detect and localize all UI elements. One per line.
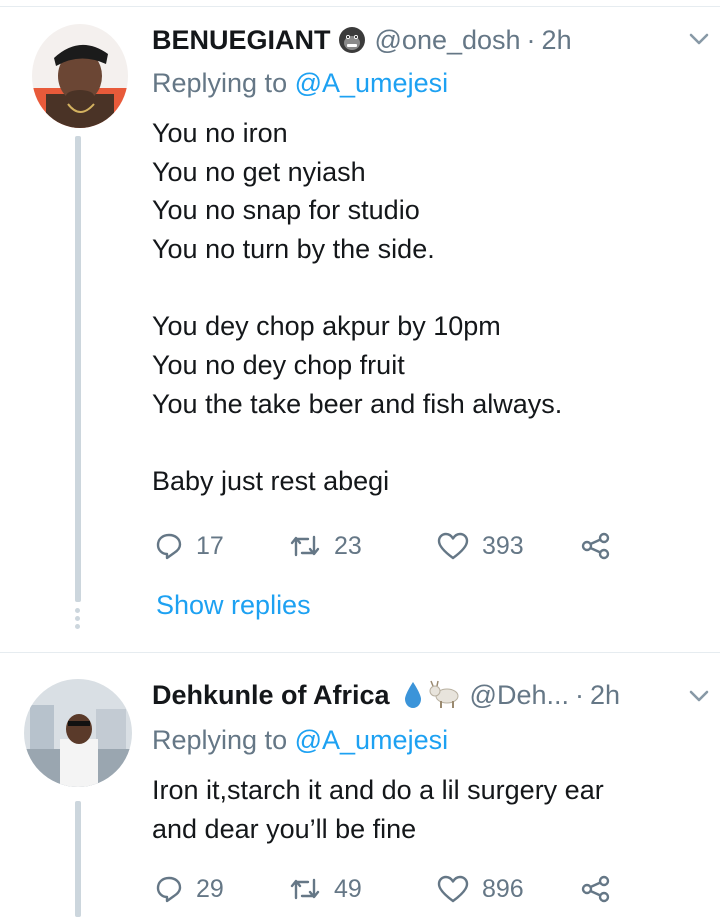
tweet-line: You the take beer and fish always. <box>152 388 563 419</box>
reply-button[interactable]: 17 <box>154 526 224 566</box>
replying-to: Replying to @A_umejesi <box>152 725 448 756</box>
like-count: 393 <box>482 531 524 560</box>
separator-dot: · <box>575 679 584 710</box>
tweet-line: You dey chop akpur by 10pm <box>152 311 501 342</box>
replying-to-label: Replying to <box>152 68 288 98</box>
tweet-header: BENUEGIANT @one_dosh · 2h <box>152 20 700 60</box>
droplet-icon <box>402 680 424 710</box>
thread-dots <box>74 608 82 632</box>
retweet-button[interactable]: 49 <box>288 869 362 909</box>
retweet-count: 23 <box>334 531 362 560</box>
reply-count: 17 <box>196 531 224 560</box>
mention-link[interactable]: @A_umejesi <box>295 68 448 98</box>
tweet-line: You no snap for studio <box>152 195 420 226</box>
heart-icon <box>436 874 470 904</box>
tweet-actions: 29 49 896 <box>150 869 630 909</box>
tweet-line: You no dey chop fruit <box>152 350 405 381</box>
show-replies-link[interactable]: Show replies <box>156 590 311 621</box>
reply-icon <box>154 531 184 561</box>
tweet-line: and dear you’ll be fine <box>152 813 417 844</box>
share-button[interactable] <box>580 869 612 909</box>
like-button[interactable]: 896 <box>436 869 524 909</box>
share-button[interactable] <box>580 526 612 566</box>
thread-line <box>75 136 81 602</box>
retweet-count: 49 <box>334 874 362 903</box>
replying-to: Replying to @A_umejesi <box>152 68 448 99</box>
gorilla-emoji-icon <box>337 25 367 55</box>
author-handle[interactable]: @one_dosh <box>375 25 521 56</box>
replying-to-label: Replying to <box>152 725 288 755</box>
heart-icon <box>436 531 470 561</box>
reply-icon <box>154 874 184 904</box>
retweet-button[interactable]: 23 <box>288 526 362 566</box>
top-divider <box>0 0 720 7</box>
author-handle[interactable]: @Deh... <box>470 680 569 711</box>
author-name[interactable]: BENUEGIANT <box>152 25 331 56</box>
tweet-card[interactable]: BENUEGIANT @one_dosh · 2h Replying to @A… <box>0 10 720 640</box>
chevron-down-icon[interactable] <box>686 26 712 52</box>
separator-dot: · <box>526 24 536 55</box>
retweet-icon <box>288 531 322 561</box>
tweet-line: You no iron <box>152 118 288 148</box>
tweet-line: Baby just rest abegi <box>152 466 390 497</box>
timestamp[interactable]: 2h <box>590 680 620 711</box>
like-count: 896 <box>482 874 524 903</box>
tweet-card[interactable]: Dehkunle of Africa @Deh... · 2h Replying… <box>0 652 720 917</box>
retweet-icon <box>288 874 322 904</box>
mention-link[interactable]: @A_umejesi <box>295 725 448 755</box>
tweet-text: You no iron You no get nyiash You no sna… <box>152 114 692 501</box>
tweet-header: Dehkunle of Africa @Deh... · 2h <box>152 675 700 715</box>
thread-line <box>75 801 81 917</box>
reply-count: 29 <box>196 874 224 903</box>
share-icon <box>580 874 612 904</box>
reply-button[interactable]: 29 <box>154 869 224 909</box>
chevron-down-icon[interactable] <box>686 683 712 709</box>
tweet-line <box>152 269 692 308</box>
tweet-text: Iron it,starch it and do a lil surgery e… <box>152 771 692 848</box>
goat-icon <box>428 680 462 710</box>
avatar[interactable] <box>32 24 128 128</box>
timestamp[interactable]: 2h <box>542 25 572 56</box>
avatar[interactable] <box>24 679 132 787</box>
tweet-line <box>152 424 692 463</box>
tweet-line: You no turn by the side. <box>152 234 435 265</box>
share-icon <box>580 531 612 561</box>
tweet-actions: 17 23 393 <box>150 526 630 566</box>
like-button[interactable]: 393 <box>436 526 524 566</box>
tweet-line: You no get nyiash <box>152 156 366 187</box>
author-name[interactable]: Dehkunle of Africa <box>152 680 390 711</box>
tweet-line: Iron it,starch it and do a lil surgery e… <box>152 775 604 805</box>
